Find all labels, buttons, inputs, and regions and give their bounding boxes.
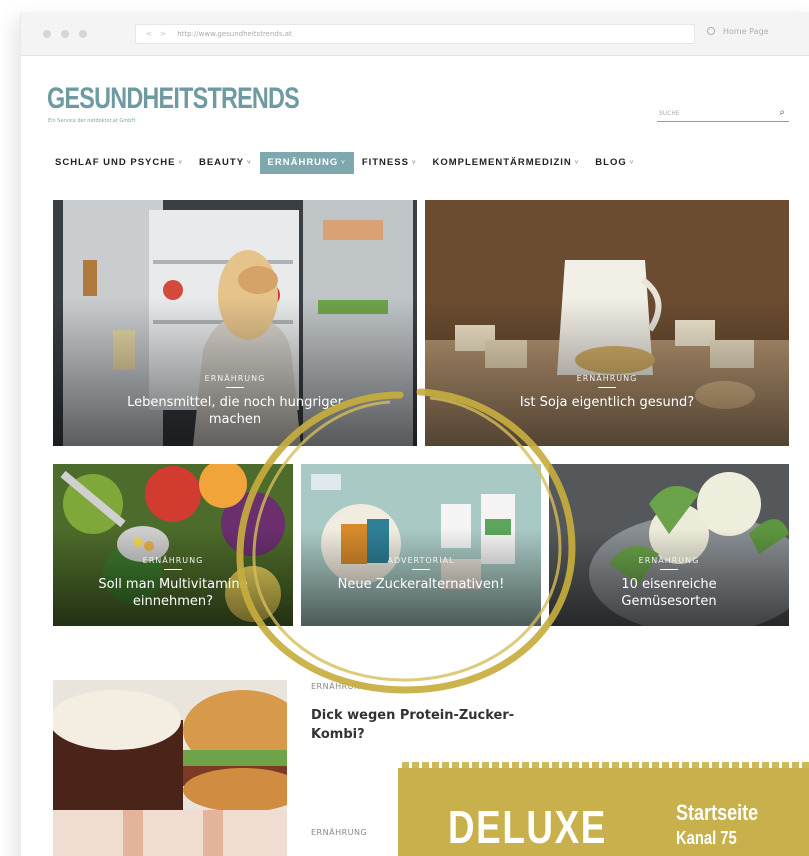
highlight-circle xyxy=(236,388,576,694)
badge-line1: Startseite xyxy=(676,800,759,825)
badge-title: DELUXE xyxy=(448,801,607,853)
badge-line2: Kanal 75 xyxy=(676,828,737,848)
